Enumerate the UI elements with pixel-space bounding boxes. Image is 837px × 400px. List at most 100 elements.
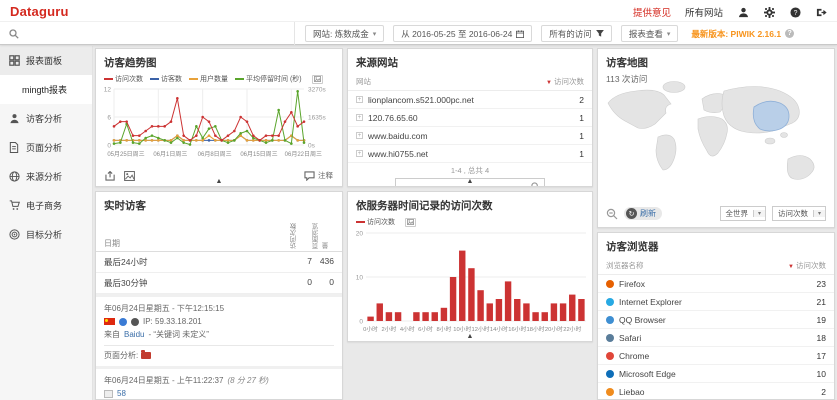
referrer-link[interactable]: Baidu [124,328,144,341]
visitor-log-entry: 年06月24日星期五 - 下午12:15:15 IP: 59.33.18.201… [96,294,342,366]
svg-text:12小时: 12小时 [472,325,490,333]
sidebar-item-dashboard[interactable]: 报表面板 [0,46,92,75]
gear-icon[interactable] [763,6,775,18]
panel-visitor-trend: 访客趋势图 访问次数 访客数 用户数量 平均停留时间 (秒) 06120s163… [95,48,343,187]
feedback-link[interactable]: 提供意见 [633,5,671,19]
panel-title: 访客浏览器 [598,233,834,257]
export-icon[interactable] [105,171,116,181]
table-row[interactable]: Liebao 2 [598,383,834,400]
server-time-bar-chart[interactable]: 010200小时2小时4小时6小时8小时10小时12小时14小时16小时18小时… [348,227,592,339]
sidebar-item-goals[interactable]: 目标分析 [0,220,92,249]
svg-text:6小时: 6小时 [418,325,433,333]
map-visits-count: 113 次访问 [606,73,647,85]
sidebar-item-ecommerce[interactable]: 电子商务 [0,191,92,220]
svg-text:20小时: 20小时 [545,325,563,333]
visitors-icon [9,113,20,124]
table-row[interactable]: +lionplancom.s521.000pc.net 2 [348,91,592,109]
expand-row-icon[interactable]: + [356,132,363,139]
panel-expander[interactable]: ▲ [467,333,474,340]
table-row[interactable]: 最后30分钟 0 0 [96,273,342,294]
svg-text:0s: 0s [308,143,316,150]
export-image-icon[interactable] [405,218,416,227]
user-icon[interactable] [737,6,749,18]
chevron-down-icon: ▾ [753,210,765,217]
svg-text:?: ? [793,9,797,16]
svg-text:8小时: 8小时 [437,325,452,333]
date-range-selector[interactable]: 从 2016-05-25 至 2016-06-24 [393,25,532,42]
target-icon [9,229,20,240]
chrome-icon [606,352,614,360]
visitor-trend-chart[interactable]: 06120s1635s3270s05月25日周三06月1日周三06月8日周三06… [96,84,342,168]
svg-text:10: 10 [356,275,364,282]
trend-legend: 访问次数 访客数 用户数量 平均停留时间 (秒) [96,73,342,84]
table-row[interactable]: QQ Browser 19 [598,311,834,329]
panel-expander[interactable]: ▲ [216,178,223,185]
search-input[interactable] [25,28,265,39]
visitor-log-entry: 年06月24日星期五 - 上午11:22:37 (8 分 27 秒) 58 IP… [96,366,342,400]
app-logo[interactable]: Dataguru [10,4,69,19]
svg-text:3270s: 3270s [308,87,326,94]
annotations-label[interactable]: 注释 [318,170,333,181]
world-map[interactable] [598,75,834,199]
expand-row-icon[interactable]: + [356,150,363,157]
svg-text:16小时: 16小时 [508,325,526,333]
sidebar-nav: 报表面板 mingth报表 访客分析 页面分析 来源分析 电子商务 目标分析 [0,46,93,400]
svg-text:06月22日周三: 06月22日周三 [285,151,322,158]
browser-icon [119,318,127,326]
search-icon [531,182,540,187]
expand-row-icon[interactable]: + [356,96,363,103]
sidebar-item-referrers[interactable]: 来源分析 [0,162,92,191]
table-row[interactable]: +120.76.65.60 1 [348,109,592,127]
map-metric-select[interactable]: 访问次数▾ [772,206,826,221]
microsoft-edge-icon [606,370,614,378]
svg-text:20: 20 [356,231,364,238]
table-row[interactable]: Chrome 17 [598,347,834,365]
global-search[interactable] [0,22,295,45]
site-selector[interactable]: 网站: 炼数成金▾ [305,25,384,42]
image-icon[interactable] [124,171,135,181]
referrers-column-header[interactable]: 网站 ▼访问次数 [348,73,592,91]
annotations-icon[interactable] [304,171,315,181]
svg-text:0: 0 [359,319,363,326]
all-websites-link[interactable]: 所有网站 [685,5,723,19]
table-row[interactable]: Microsoft Edge 10 [598,365,834,383]
table-row[interactable]: +www.baidu.com 1 [348,127,592,145]
svg-text:06月15日周三: 06月15日周三 [240,151,277,158]
cart-icon [9,200,20,211]
expand-row-icon[interactable]: + [356,114,363,121]
version-notice[interactable]: 最新版本: PIWIK 2.16.1 ? [691,28,794,40]
svg-text:6: 6 [107,115,111,122]
pagination-label[interactable]: 1-4 , 总共 4 [348,163,592,177]
page-folder-icon[interactable] [141,352,151,359]
sort-desc-icon: ▼ [788,264,794,270]
actions-count-link[interactable]: 58 [117,387,126,400]
table-row[interactable]: +www.hi0755.net 1 [348,145,592,163]
signout-icon[interactable] [815,6,827,18]
sidebar-item-visitors[interactable]: 访客分析 [0,104,92,133]
globe-icon: ↻ [626,208,637,219]
table-row[interactable]: Firefox 23 [598,275,834,293]
table-row[interactable]: Internet Explorer 21 [598,293,834,311]
map-refresh-button[interactable]: ↻ 刷新 [624,207,662,220]
report-view-selector[interactable]: 报表查看▾ [621,25,679,42]
panel-realtime-visitors: 实时访客 日期 访问次数 页面浏览量 最后24小时 7 436 最后30分钟 0… [95,191,343,400]
table-row[interactable]: 最后24小时 7 436 [96,252,342,273]
export-image-icon[interactable] [312,75,323,84]
segment-selector[interactable]: 所有的访问 [541,25,612,42]
map-region-china [753,101,789,131]
svg-text:10小时: 10小时 [453,325,471,333]
help-icon[interactable]: ? [789,6,801,18]
svg-text:06月8日周三: 06月8日周三 [198,151,232,158]
sidebar-item-pages[interactable]: 页面分析 [0,133,92,162]
safari-icon [606,334,614,342]
map-region-select[interactable]: 全世界▾ [720,206,767,221]
sidebar-item-mingth-report[interactable]: mingth报表 [0,75,92,104]
zoom-out-icon[interactable] [606,208,618,220]
dashboard-icon [9,55,20,66]
referrers-icon [9,171,20,182]
chevron-down-icon: ▾ [667,30,671,38]
table-row[interactable]: Safari 18 [598,329,834,347]
browsers-column-header[interactable]: 浏览器名称 ▼访问次数 [598,257,834,275]
panel-expander[interactable]: ▲ [467,178,474,185]
sort-desc-icon: ▼ [546,80,552,86]
